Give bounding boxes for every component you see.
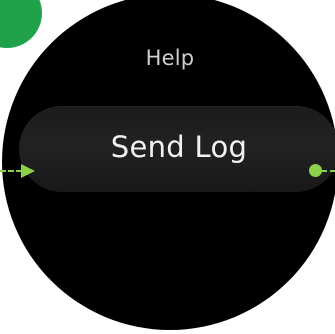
flow-connector-left	[0, 170, 22, 172]
page-title: Help	[145, 46, 195, 70]
screen-stage: Help Send Log	[0, 0, 335, 334]
watch-face: Help Send Log	[2, 0, 335, 330]
flow-arrow-icon	[21, 164, 35, 178]
send-log-button[interactable]: Send Log	[19, 106, 335, 192]
send-log-label: Send Log	[110, 130, 248, 164]
flow-dot-icon	[309, 164, 322, 177]
flow-connector-right	[322, 170, 335, 172]
step-badge	[0, 0, 42, 48]
